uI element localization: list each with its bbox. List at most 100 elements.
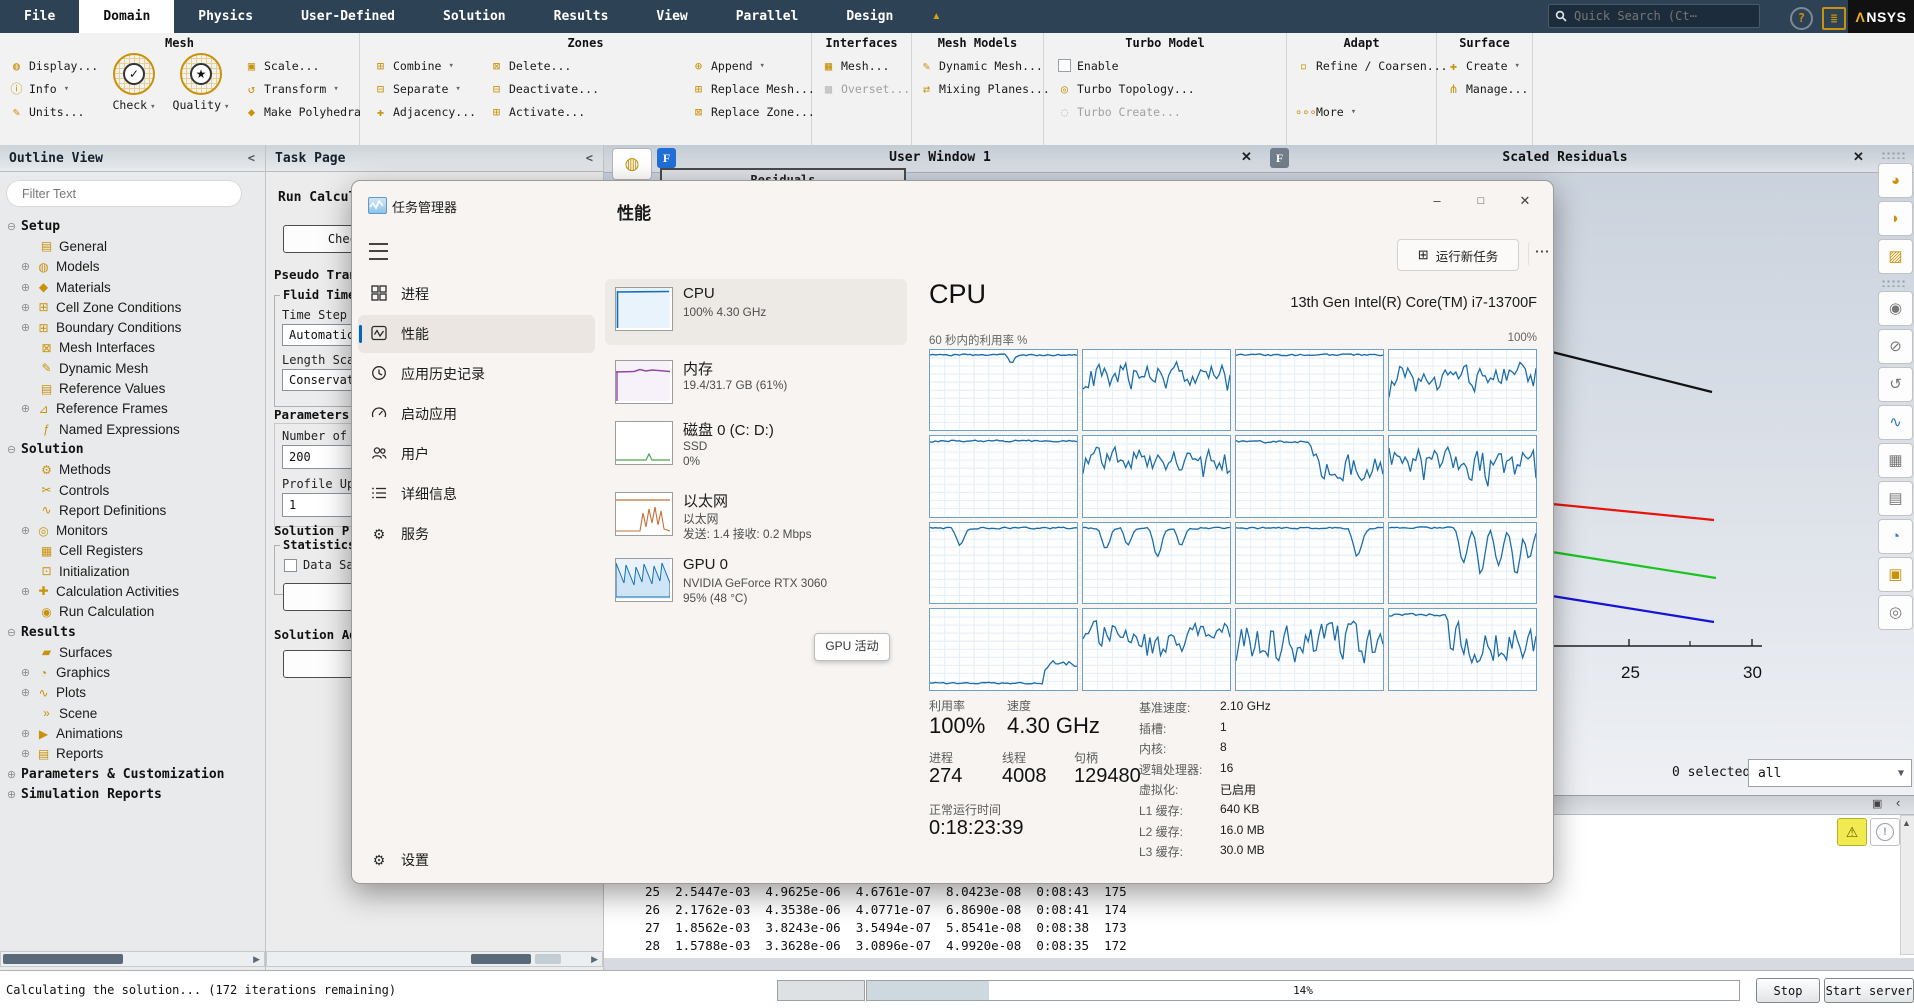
box-button[interactable]: ▣: [1878, 557, 1913, 592]
surface-create-button[interactable]: ✚ Create ▾: [1445, 54, 1528, 77]
menu-tab-parallel[interactable]: Parallel: [712, 0, 823, 33]
tree-item-run-calculation[interactable]: ◉ Run Calculation: [0, 602, 263, 622]
stop-button[interactable]: Stop: [1756, 978, 1820, 1003]
replace-mesh-button[interactable]: ⊞ Replace Mesh...: [690, 77, 815, 100]
tree-item-controls[interactable]: ✂ Controls: [0, 480, 263, 500]
refine-coarsen-button[interactable]: ▫ Refine / Coarsen...: [1295, 54, 1448, 77]
turbo-topology-button[interactable]: ◎ Turbo Topology...: [1056, 77, 1195, 100]
collapse-icon[interactable]: ⊖: [4, 443, 19, 456]
tree-item-dynamic-mesh[interactable]: ✎ Dynamic Mesh: [0, 358, 263, 378]
close-button[interactable]: ✕: [1503, 187, 1547, 215]
menu-tab-domain[interactable]: Domain: [79, 0, 175, 33]
quality-button[interactable]: ★ Quality ▾: [170, 53, 232, 112]
eye-off-button[interactable]: ⊘: [1878, 329, 1913, 364]
tree-item-simulation-reports[interactable]: ⊕ Simulation Reports: [0, 784, 263, 804]
collapse-icon[interactable]: ⊖: [4, 626, 19, 639]
pie-chart-button[interactable]: ◔: [1878, 519, 1913, 554]
replace-zone-button[interactable]: ⊠ Replace Zone...: [690, 100, 815, 123]
expand-icon[interactable]: ⊕: [18, 585, 33, 598]
perf-card-eth[interactable]: 以太网 以太网 发送: 1.4 接收: 0.2 Mbps: [605, 484, 907, 546]
tree-item-parameters-customization[interactable]: ⊕ Parameters & Customization: [0, 764, 263, 784]
user-window-close-icon[interactable]: ✕: [1241, 149, 1252, 165]
filter-input[interactable]: [20, 185, 224, 202]
console-vscrollbar[interactable]: ▲: [1900, 815, 1914, 955]
activate-button[interactable]: ⊞ Activate...: [488, 100, 599, 123]
undo-button[interactable]: ↺: [1878, 367, 1913, 402]
hatch-button[interactable]: ▨: [1878, 239, 1913, 274]
check-button[interactable]: ✓ Check ▾: [103, 53, 165, 112]
quick-search[interactable]: [1548, 4, 1760, 28]
separate-button[interactable]: ⊟ Separate ▾: [372, 77, 476, 100]
report-button[interactable]: ▤: [1878, 481, 1913, 516]
start-server-button[interactable]: Start server: [1824, 978, 1914, 1003]
expand-icon[interactable]: ⊕: [18, 524, 33, 537]
tree-item-calculation-activities[interactable]: ⊕ ✚ Calculation Activities: [0, 581, 263, 601]
menu-tab-view[interactable]: View: [632, 0, 711, 33]
tree-item-general[interactable]: ▤ General: [0, 236, 263, 256]
grid-button[interactable]: ▦: [1878, 443, 1913, 478]
taskmgr-nav-processes[interactable]: 进程: [358, 275, 595, 313]
expand-icon[interactable]: ⊕: [18, 260, 33, 273]
tree-item-reference-values[interactable]: ▤ Reference Values: [0, 378, 263, 398]
menu-tab-user-defined[interactable]: User-Defined: [277, 0, 419, 33]
tree-item-models[interactable]: ⊕ ◍ Models: [0, 257, 263, 277]
taskpage-hscrollbar[interactable]: ▶: [266, 951, 603, 967]
info-button[interactable]: ⓘ Info ▾: [8, 77, 98, 100]
target-button[interactable]: ◎: [1878, 595, 1913, 630]
display-button[interactable]: ◍ Display...: [8, 54, 98, 77]
task-page-collapse-icon[interactable]: <: [586, 151, 593, 165]
tree-item-initialization[interactable]: ⊡ Initialization: [0, 561, 263, 581]
scroll-thumb[interactable]: [471, 954, 531, 964]
run-new-task-button[interactable]: ⊞ 运行新任务: [1397, 239, 1519, 271]
tree-item-graphics[interactable]: ⊕ ◔ Graphics: [0, 663, 263, 683]
surface-filter-dropdown[interactable]: all ▼: [1748, 759, 1912, 787]
perf-card-gpu[interactable]: GPU 0 NVIDIA GeForce RTX 3060 95% (48 °C): [605, 550, 907, 618]
more-options-button[interactable]: ⋯: [1528, 241, 1553, 267]
taskmgr-nav-startup-apps[interactable]: 启动应用: [358, 395, 595, 433]
more-button[interactable]: ∘∘∘ More ▾: [1295, 100, 1448, 123]
collapse-icon[interactable]: ⊖: [4, 220, 19, 233]
turbo-enable-button[interactable]: Enable: [1056, 54, 1195, 77]
outline-filter[interactable]: [6, 180, 242, 207]
tree-item-animations[interactable]: ⊕ ▶ Animations: [0, 723, 263, 743]
expand-icon[interactable]: ⊕: [18, 301, 33, 314]
tree-item-materials[interactable]: ⊕ ◆ Materials: [0, 277, 263, 297]
make-polyhedra-button[interactable]: ◆ Make Polyhedra: [243, 100, 361, 123]
help-icon[interactable]: ?: [1790, 7, 1813, 30]
hamburger-menu-icon[interactable]: [369, 243, 388, 260]
perf-card-cpu[interactable]: CPU 100% 4.30 GHz: [605, 279, 907, 345]
mesh-tab-icon[interactable]: ◍: [612, 148, 652, 180]
tree-item-surfaces[interactable]: ▰ Surfaces: [0, 642, 263, 662]
outline-hscrollbar[interactable]: ▶: [0, 951, 265, 967]
transform-button[interactable]: ↺ Transform ▾: [243, 77, 361, 100]
tree-item-mesh-interfaces[interactable]: ⊠ Mesh Interfaces: [0, 338, 263, 358]
tree-item-monitors[interactable]: ⊕ ◎ Monitors: [0, 520, 263, 540]
menu-tab-results[interactable]: Results: [530, 0, 633, 33]
taskmgr-nav-services[interactable]: ⚙ 服务: [358, 515, 595, 553]
collapse-left-icon[interactable]: ‹: [1896, 795, 1900, 810]
deactivate-button[interactable]: ⊟ Deactivate...: [488, 77, 599, 100]
scaled-residuals-close-icon[interactable]: ✕: [1853, 149, 1864, 165]
tree-item-cell-registers[interactable]: ▦ Cell Registers: [0, 541, 263, 561]
expand-icon[interactable]: ⊕: [18, 686, 33, 699]
mixing-planes-button[interactable]: ⇄ Mixing Planes...: [918, 77, 1050, 100]
tree-item-reports[interactable]: ⊕ ▤ Reports: [0, 744, 263, 764]
menu-tab-file[interactable]: File: [0, 0, 79, 33]
fluent-tab-icon[interactable]: F: [657, 148, 676, 168]
adjacency-button[interactable]: ✚ Adjacency...: [372, 100, 476, 123]
expand-icon[interactable]: ⊕: [18, 281, 33, 294]
tree-item-scene[interactable]: » Scene: [0, 703, 263, 723]
tree-item-setup[interactable]: ⊖ Setup: [0, 216, 263, 236]
tree-item-reference-frames[interactable]: ⊕ ⊿ Reference Frames: [0, 399, 263, 419]
fluent-tab-icon-2[interactable]: F: [1270, 148, 1289, 168]
tree-item-cell-zone-conditions[interactable]: ⊕ ⊞ Cell Zone Conditions: [0, 297, 263, 317]
surface-pair-button[interactable]: ◕: [1878, 163, 1913, 198]
scroll-arrow-icon[interactable]: ▶: [253, 954, 260, 965]
units-button[interactable]: ✎ Units...: [8, 100, 98, 123]
tree-item-results[interactable]: ⊖ Results: [0, 622, 263, 642]
menu-tab-design[interactable]: Design: [822, 0, 917, 33]
residual-chart-button[interactable]: ∿: [1878, 405, 1913, 440]
surface-manage-button[interactable]: ⋔ Manage...: [1445, 77, 1528, 100]
maximize-button[interactable]: □: [1459, 187, 1503, 215]
doc-panel-icon[interactable]: ≣: [1822, 7, 1846, 30]
